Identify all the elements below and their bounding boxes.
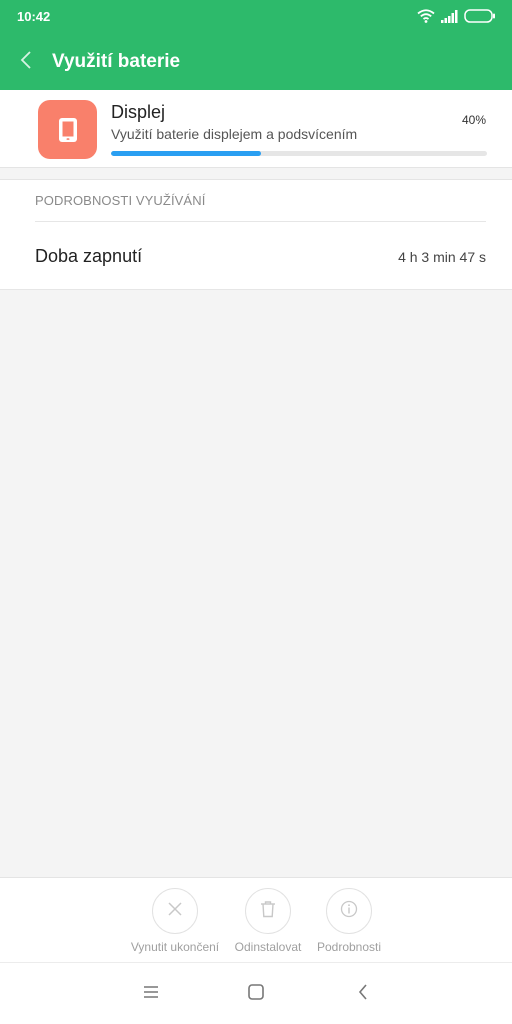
usage-details-section: PODROBNOSTI VYUŽÍVÁNÍ Doba zapnutí 4 h 3… (0, 179, 512, 290)
uninstall-button[interactable]: Odinstalovat (229, 888, 307, 954)
force-stop-circle[interactable] (152, 888, 198, 934)
app-usage-card: Displej Využití baterie displejem a pods… (0, 90, 512, 168)
app-bar: Využití baterie (0, 34, 512, 90)
back-button[interactable] (12, 48, 40, 76)
detail-label-on-time: Doba zapnutí (35, 246, 143, 266)
wifi-icon (417, 9, 435, 23)
home-button[interactable] (243, 981, 269, 1007)
status-time: 10:42 (17, 9, 51, 24)
force-stop-button[interactable]: Vynutit ukončení (126, 888, 224, 954)
app-name: Displej (111, 102, 166, 122)
signal-icon (441, 9, 458, 23)
page-title: Využití baterie (52, 51, 181, 72)
chevron-left-icon (19, 50, 33, 75)
uninstall-circle[interactable] (245, 888, 291, 934)
battery-icon (464, 9, 496, 23)
info-icon (340, 900, 358, 923)
back-icon (357, 983, 369, 1006)
status-icons (417, 8, 496, 24)
usage-progress-bar (111, 151, 487, 156)
tablet-icon (38, 100, 97, 159)
home-icon (247, 983, 265, 1006)
details-button[interactable]: Podrobnosti (311, 888, 387, 954)
app-description: Využití baterie displejem a podsvícením (111, 126, 358, 142)
action-bar: Vynutit ukončení Odinstalovat Podrobnost… (0, 877, 512, 963)
detail-value-on-time: 4 h 3 min 47 s (398, 249, 486, 265)
details-label: Podrobnosti (316, 940, 382, 954)
force-stop-label: Vynutit ukončení (130, 940, 220, 954)
close-icon (167, 901, 183, 922)
menu-button[interactable] (138, 981, 164, 1007)
trash-icon (260, 900, 276, 923)
usage-progress-fill (111, 151, 262, 156)
section-header: PODROBNOSTI VYUŽÍVÁNÍ (35, 193, 206, 208)
nav-back-button[interactable] (350, 981, 376, 1007)
divider (35, 221, 486, 222)
status-bar: 10:42 (0, 0, 512, 34)
menu-icon (142, 985, 160, 1004)
navigation-bar (0, 963, 512, 1024)
details-circle[interactable] (326, 888, 372, 934)
usage-percent: 40% (461, 113, 486, 127)
uninstall-label: Odinstalovat (234, 940, 302, 954)
